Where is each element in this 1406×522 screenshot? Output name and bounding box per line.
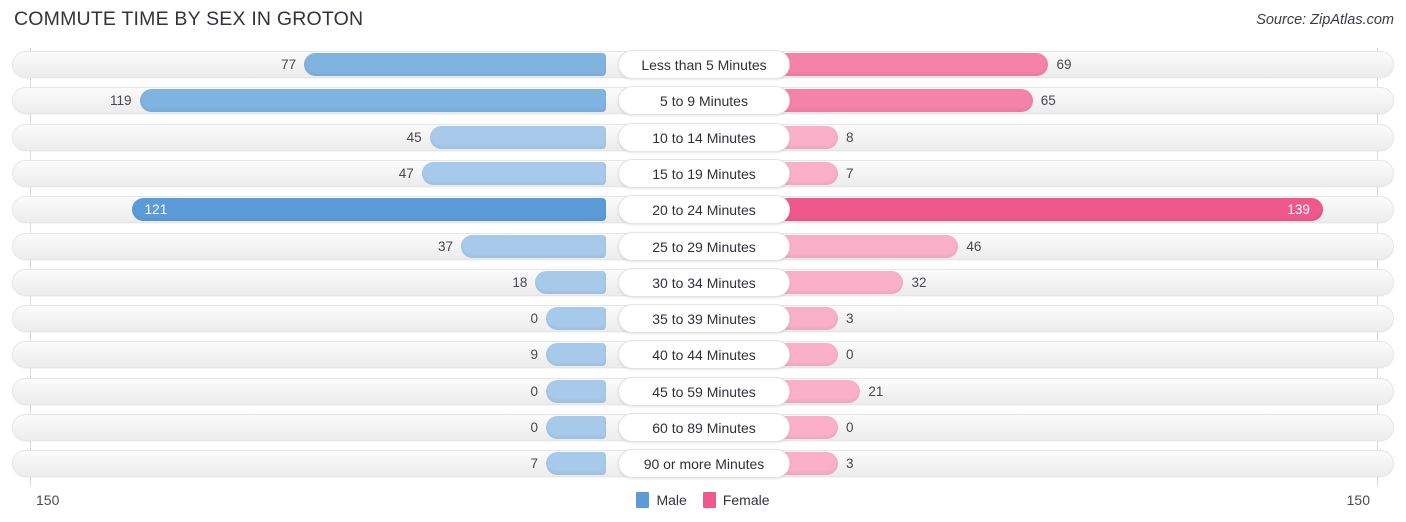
female-value-label: 0 (846, 347, 854, 363)
male-bar[interactable] (546, 416, 606, 439)
category-label-pill: 15 to 19 Minutes (618, 158, 790, 188)
male-value-label: 45 (406, 129, 422, 145)
female-value-label: 3 (846, 311, 854, 327)
category-label-pill: 30 to 34 Minutes (618, 267, 790, 297)
female-bar[interactable] (778, 89, 1033, 113)
female-bar[interactable] (778, 53, 1049, 76)
category-label-pill: 45 to 59 Minutes (618, 376, 790, 406)
category-label-pill: 35 to 39 Minutes (618, 304, 790, 334)
chart-row: 121 139 20 to 24 Minutes (12, 195, 1394, 225)
male-value-label: 0 (530, 420, 538, 435)
chart-row: 45 8 10 to 14 Minutes (12, 122, 1394, 152)
chart-row: 119 65 5 to 9 Minutes (12, 86, 1394, 116)
chart-row: 0 3 35 to 39 Minutes (12, 304, 1394, 334)
male-bar[interactable] (460, 234, 606, 258)
female-value-label: 69 (1056, 57, 1072, 72)
male-value-label: 47 (398, 165, 414, 181)
legend-swatch-female-icon (702, 492, 716, 508)
male-bar[interactable] (546, 452, 606, 476)
female-value-label: 21 (868, 383, 884, 399)
male-value-label: 9 (530, 347, 538, 363)
male-value-label: 37 (437, 238, 453, 254)
male-bar[interactable] (535, 270, 606, 294)
male-bar[interactable] (421, 161, 606, 185)
commute-time-chart: COMMUTE TIME BY SEX IN GROTON Source: Zi… (0, 0, 1406, 522)
category-label-pill: 10 to 14 Minutes (618, 122, 790, 152)
female-value-label: 32 (911, 274, 927, 290)
male-value-label: 77 (281, 57, 297, 72)
male-bar[interactable] (139, 89, 606, 113)
female-value-label: 65 (1040, 93, 1056, 109)
chart-footer: 150 150 Male Female (0, 486, 1406, 522)
male-value-label: 119 (110, 93, 132, 109)
male-bar[interactable] (546, 343, 606, 367)
chart-legend: Male Female (0, 492, 1406, 508)
chart-row: 9 0 40 to 44 Minutes (12, 340, 1394, 370)
female-value-label: 46 (966, 238, 982, 254)
legend-item-female[interactable]: Female (702, 492, 770, 508)
legend-label-male: Male (656, 492, 687, 508)
chart-row: 0 0 60 to 89 Minutes (12, 413, 1394, 442)
chart-row: 7 3 90 or more Minutes (12, 449, 1394, 479)
male-value-label: 18 (512, 274, 528, 290)
female-bar[interactable] (778, 198, 1323, 222)
category-label-pill: 25 to 29 Minutes (618, 231, 790, 261)
chart-row: 18 32 30 to 34 Minutes (12, 267, 1394, 297)
male-bar[interactable] (546, 379, 606, 403)
female-bar[interactable] (778, 270, 904, 294)
male-bar[interactable] (546, 307, 606, 331)
category-label-pill: 40 to 44 Minutes (618, 340, 790, 370)
female-value-label: 139 (1287, 202, 1310, 218)
female-value-label: 8 (846, 129, 854, 145)
source-attribution: Source: ZipAtlas.com (1256, 12, 1394, 28)
female-bar[interactable] (778, 234, 959, 258)
category-label-pill: Less than 5 Minutes (618, 50, 790, 79)
category-label-pill: 60 to 89 Minutes (618, 413, 790, 442)
chart-plot-area: 77 69 Less than 5 Minutes 119 65 5 to 9 Minut… (0, 48, 1406, 486)
chart-row: 0 21 45 to 59 Minutes (12, 376, 1394, 406)
male-value-label: 0 (530, 383, 538, 399)
male-bar[interactable] (131, 198, 606, 222)
legend-item-male[interactable]: Male (636, 492, 687, 508)
female-value-label: 3 (846, 456, 854, 472)
category-label-pill: 5 to 9 Minutes (618, 86, 790, 116)
male-value-label: 0 (530, 311, 538, 327)
male-bar[interactable] (429, 125, 606, 149)
male-value-label: 121 (144, 202, 168, 218)
female-value-label: 7 (846, 165, 854, 181)
legend-swatch-male-icon (636, 492, 650, 508)
chart-row: 77 69 Less than 5 Minutes (12, 50, 1394, 79)
page-title: COMMUTE TIME BY SEX IN GROTON (14, 8, 364, 30)
male-value-label: 7 (530, 456, 538, 472)
category-label-pill: 90 or more Minutes (618, 449, 790, 479)
legend-label-female: Female (722, 492, 770, 508)
category-label-pill: 20 to 24 Minutes (618, 195, 790, 225)
male-bar[interactable] (304, 53, 606, 76)
chart-row: 47 7 15 to 19 Minutes (12, 158, 1394, 188)
chart-row: 37 46 25 to 29 Minutes (12, 231, 1394, 261)
female-bar[interactable] (778, 379, 861, 403)
female-value-label: 0 (846, 420, 854, 435)
